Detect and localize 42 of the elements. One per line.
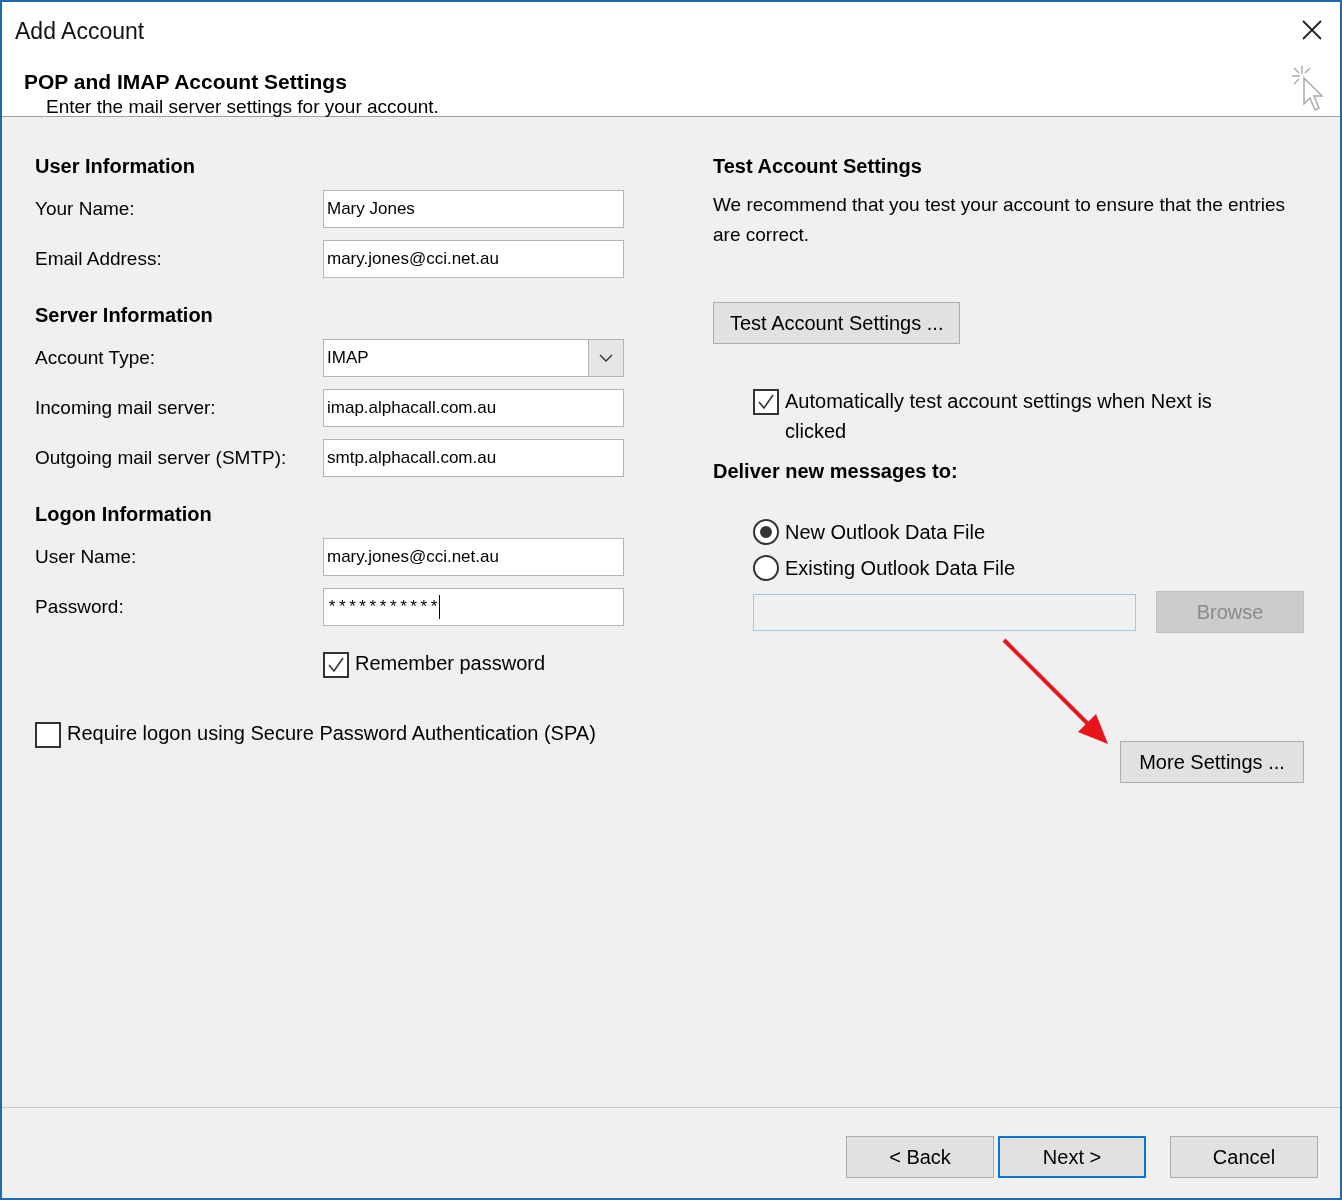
field-label: Your Name: [35,198,136,220]
page-heading: POP and IMAP Account Settings [24,70,347,94]
radio-button[interactable] [753,555,779,581]
checkbox-label: Remember password [355,652,546,675]
checkbox-label: Automatically test account settings when Next is clicked [785,389,1213,444]
checkbox-label: Require logon using Secure Password Authentication (SPA) [67,722,596,745]
test-settings-button[interactable]: Test Account Settings ... [713,302,961,344]
field-label: Password: [35,596,125,618]
checkmark-icon [757,393,775,411]
checkbox[interactable] [35,722,61,748]
section-heading: Logon Information [35,503,213,526]
field-label: Incoming mail server: [35,397,217,419]
field-label: Outgoing mail server (SMTP): [35,447,288,469]
input-field[interactable]: Mary Jones [323,190,624,228]
dropdown[interactable]: IMAP [323,339,624,377]
close-icon[interactable] [1302,20,1322,40]
chevron-down-icon [599,354,613,362]
radio-label: Existing Outlook Data File [785,556,1016,580]
footer-button[interactable]: Next > [998,1136,1146,1178]
checkbox[interactable] [753,389,779,415]
field-label: User Name: [35,546,138,568]
input-field[interactable]: smtp.alphacall.com.au [323,439,624,477]
password-field[interactable]: *********** [323,588,624,626]
description-text: We recommend that you test your account to ensure that the entries are correct. [713,193,1287,247]
section-heading: User Information [35,155,197,178]
footer-button[interactable]: < Back [846,1136,994,1178]
field-label: Account Type: [35,347,157,369]
section-heading: Server Information [35,304,214,327]
radio-button[interactable] [753,519,779,545]
section-heading: Deliver new messages to: [713,460,959,483]
input-field[interactable]: mary.jones@cci.net.au [323,538,624,576]
input-field[interactable]: mary.jones@cci.net.au [323,240,624,278]
window-title: Add Account [15,18,145,45]
more-settings-button[interactable]: More Settings ... [1120,741,1304,783]
section-heading: Test Account Settings [713,155,923,178]
input-field[interactable]: imap.alphacall.com.au [323,389,624,427]
checkmark-icon [327,656,345,674]
checkbox[interactable] [323,652,349,678]
field-label: Email Address: [35,248,163,270]
radio-label: New Outlook Data File [785,520,986,544]
footer-button[interactable]: Cancel [1170,1136,1318,1178]
page-subtitle: Enter the mail server settings for your account. [46,96,439,118]
